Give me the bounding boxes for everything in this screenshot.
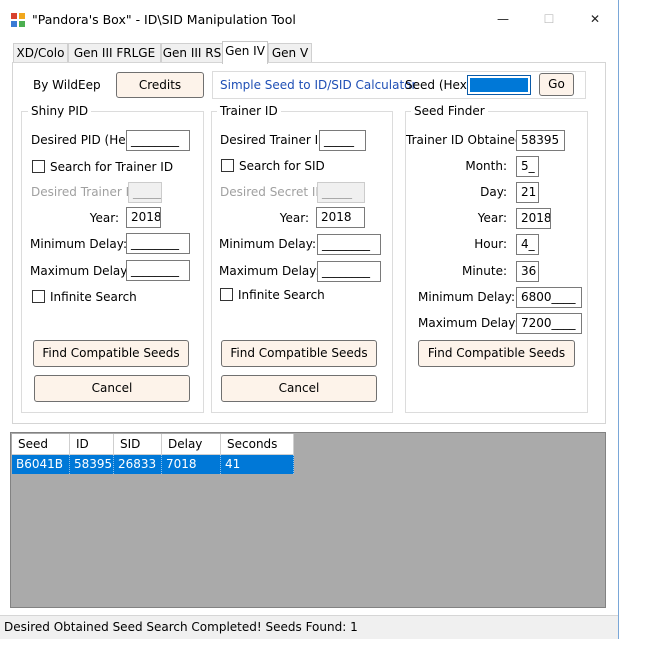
year-input[interactable]: 2018 (316, 207, 365, 228)
max-delay-input[interactable]: ________ (317, 261, 381, 282)
desired-pid-label: Desired PID (Hex): (31, 133, 142, 147)
tid-obtained-input[interactable]: 58395 (516, 130, 565, 151)
find-compatible-seeds-button[interactable]: Find Compatible Seeds (221, 340, 377, 367)
desired-pid-input[interactable]: ________ (126, 130, 190, 151)
app-icon (11, 13, 25, 27)
year-label: Year: (89, 211, 119, 225)
infinite-search-checkbox[interactable] (32, 290, 45, 303)
seed-hex-value (470, 78, 528, 92)
seed-finder-title: Seed Finder (411, 104, 488, 118)
infinite-search-label: Infinite Search (238, 288, 325, 302)
month-label: Month: (465, 159, 507, 173)
window-title: "Pandora's Box" - ID\SID Manipulation To… (32, 12, 296, 27)
min-delay-input[interactable]: 6800____ (516, 287, 582, 308)
infinite-search-checkbox[interactable] (220, 288, 233, 301)
trainer-id-title: Trainer ID (217, 104, 281, 118)
hour-label: Hour: (474, 237, 507, 251)
minute-label: Minute: (461, 264, 507, 278)
search-trainer-checkbox[interactable] (32, 160, 45, 173)
shiny-pid-title: Shiny PID (28, 104, 92, 118)
title-bar: "Pandora's Box" - ID\SID Manipulation To… (0, 0, 618, 38)
desired-secret-input[interactable]: _____ (317, 182, 365, 203)
min-delay-label: Minimum Delay: (30, 237, 128, 251)
tab-gen5[interactable]: Gen V (268, 43, 312, 63)
tab-strip: XD/Colo Gen III FRLGE Gen III RS Gen IV … (13, 41, 603, 64)
status-text: Desired Obtained Seed Search Completed! … (4, 620, 358, 634)
search-trainer-label: Search for Trainer ID (50, 160, 174, 174)
table-cell-sid[interactable]: 26833 (114, 455, 162, 474)
find-compatible-seeds-button[interactable]: Find Compatible Seeds (418, 340, 575, 367)
tab-xd-colo[interactable]: XD/Colo (13, 43, 68, 63)
table-cell-seed[interactable]: B6041B (12, 455, 70, 474)
column-header-id[interactable]: ID (70, 434, 114, 455)
hour-input[interactable]: 4_ (516, 234, 539, 255)
infinite-search-label: Infinite Search (50, 290, 137, 304)
min-delay-label: Minimum Delay: (418, 290, 516, 304)
tab-gen3-rs[interactable]: Gen III RS (161, 43, 223, 63)
close-button[interactable]: ✕ (572, 4, 618, 34)
search-sid-checkbox[interactable] (221, 159, 234, 172)
status-bar: Desired Obtained Seed Search Completed! … (0, 615, 618, 639)
year-input[interactable]: 2018 (126, 207, 161, 228)
year-label: Year: (477, 211, 507, 225)
author-label: By WildEep (33, 78, 101, 92)
table-cell-delay[interactable]: 7018 (162, 455, 221, 474)
seed-hex-input[interactable] (467, 75, 531, 95)
column-header-seconds[interactable]: Seconds (221, 434, 294, 455)
day-label: Day: (480, 185, 507, 199)
year-label: Year: (279, 211, 309, 225)
desired-trainer-label: Desired Trainer ID: (220, 133, 332, 147)
app-window: "Pandora's Box" - ID\SID Manipulation To… (0, 0, 619, 639)
max-delay-input[interactable]: ________ (126, 260, 190, 281)
column-header-seed[interactable]: Seed (12, 434, 70, 455)
tid-obtained-label: Trainer ID Obtained: (406, 133, 527, 147)
max-delay-input[interactable]: 7200____ (516, 313, 582, 334)
column-header-sid[interactable]: SID (114, 434, 162, 455)
seed-finder-group (405, 111, 588, 413)
min-delay-input[interactable]: ________ (317, 234, 381, 255)
tab-gen4[interactable]: Gen IV (222, 41, 268, 64)
desired-trainer-input[interactable]: _____ (319, 130, 366, 151)
min-delay-input[interactable]: ________ (126, 233, 190, 254)
seed-hex-label: Seed (Hex): (405, 78, 476, 92)
table-cell-seconds[interactable]: 41 (221, 455, 294, 474)
tab-gen3-frlge[interactable]: Gen III FRLGE (68, 43, 161, 63)
minute-input[interactable]: 36 (516, 261, 539, 282)
month-input[interactable]: 5_ (516, 156, 539, 177)
cancel-button[interactable]: Cancel (221, 375, 377, 402)
minimize-button[interactable]: — (480, 4, 526, 34)
table-cell-id[interactable]: 58395 (70, 455, 114, 474)
cancel-button[interactable]: Cancel (34, 375, 190, 402)
max-delay-label: Maximum Delay: (30, 264, 131, 278)
desired-trainer-input[interactable]: _____ (128, 182, 162, 203)
column-header-delay[interactable]: Delay (162, 434, 221, 455)
find-compatible-seeds-button[interactable]: Find Compatible Seeds (33, 340, 189, 367)
desired-trainer-label: Desired Trainer ID: (31, 185, 143, 199)
seed-calculator-link[interactable]: Simple Seed to ID/SID Calculator (220, 78, 416, 92)
max-delay-label: Maximum Delay: (418, 316, 519, 330)
year-input[interactable]: 2018 (516, 208, 551, 229)
desired-secret-label: Desired Secret ID: (220, 185, 329, 199)
min-delay-label: Minimum Delay: (219, 237, 317, 251)
go-button[interactable]: Go (539, 73, 574, 96)
credits-button[interactable]: Credits (116, 72, 204, 98)
day-input[interactable]: 21 (516, 182, 539, 203)
max-delay-label: Maximum Delay: (219, 264, 320, 278)
search-sid-label: Search for SID (239, 159, 325, 173)
maximize-button[interactable]: ☐ (526, 4, 572, 34)
